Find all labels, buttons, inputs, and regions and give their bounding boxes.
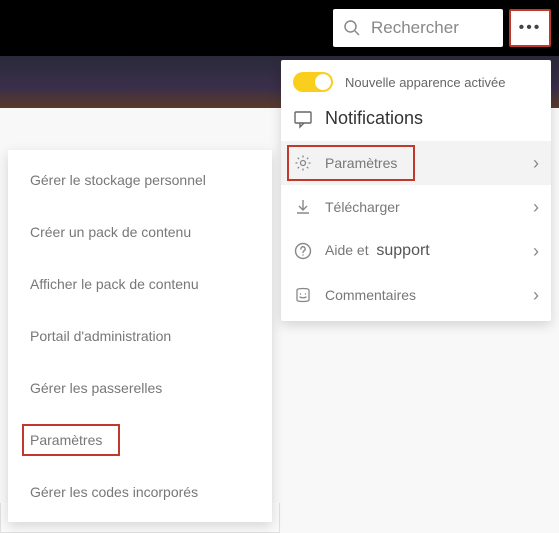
search-placeholder: Rechercher (371, 18, 459, 38)
submenu-item-stockage[interactable]: Gérer le stockage personnel (8, 154, 272, 206)
notifications-label: Notifications (325, 108, 423, 129)
submenu-item-afficher-pack[interactable]: Afficher le pack de contenu (8, 258, 272, 310)
menu-item-label: Commentaires (325, 287, 521, 303)
ellipsis-icon: ••• (519, 19, 542, 37)
submenu-item-passerelles[interactable]: Gérer les passerelles (8, 362, 272, 414)
gear-icon (293, 153, 313, 173)
top-bar: Rechercher ••• (0, 0, 559, 56)
notifications-row[interactable]: Notifications (281, 98, 551, 141)
submenu-item-portail-admin[interactable]: Portail d'administration (8, 310, 272, 362)
submenu-item-codes[interactable]: Gérer les codes incorporés (8, 466, 272, 518)
toggle-knob (315, 74, 331, 90)
menu-item-label: Télécharger (325, 199, 521, 215)
settings-dropdown-panel: Nouvelle apparence activée Notifications… (281, 60, 551, 321)
search-icon (343, 19, 361, 37)
new-look-toggle-row[interactable]: Nouvelle apparence activée (281, 60, 551, 98)
toggle-label: Nouvelle apparence activée (345, 75, 505, 90)
download-icon (293, 197, 313, 217)
comment-icon (293, 109, 313, 129)
parametres-submenu: Gérer le stockage personnel Créer un pac… (8, 150, 272, 522)
toggle-switch-on[interactable] (293, 72, 333, 92)
menu-item-label: Aide et support (325, 242, 521, 260)
menu-item-commentaires[interactable]: Commentaires › (281, 273, 551, 317)
chevron-right-icon: › (533, 197, 539, 218)
chevron-right-icon: › (533, 153, 539, 174)
smile-icon (293, 285, 313, 305)
menu-item-aide[interactable]: Aide et support › (281, 229, 551, 273)
chevron-right-icon: › (533, 241, 539, 262)
submenu-item-creer-pack[interactable]: Créer un pack de contenu (8, 206, 272, 258)
more-options-button[interactable]: ••• (509, 9, 551, 47)
submenu-item-parametres[interactable]: Paramètres (8, 414, 272, 466)
menu-item-telecharger[interactable]: Télécharger › (281, 185, 551, 229)
chevron-right-icon: › (533, 285, 539, 306)
search-input[interactable]: Rechercher (333, 9, 503, 47)
question-icon (293, 241, 313, 261)
menu-item-label: Paramètres (325, 155, 521, 171)
menu-item-parametres[interactable]: Paramètres › (281, 141, 551, 185)
